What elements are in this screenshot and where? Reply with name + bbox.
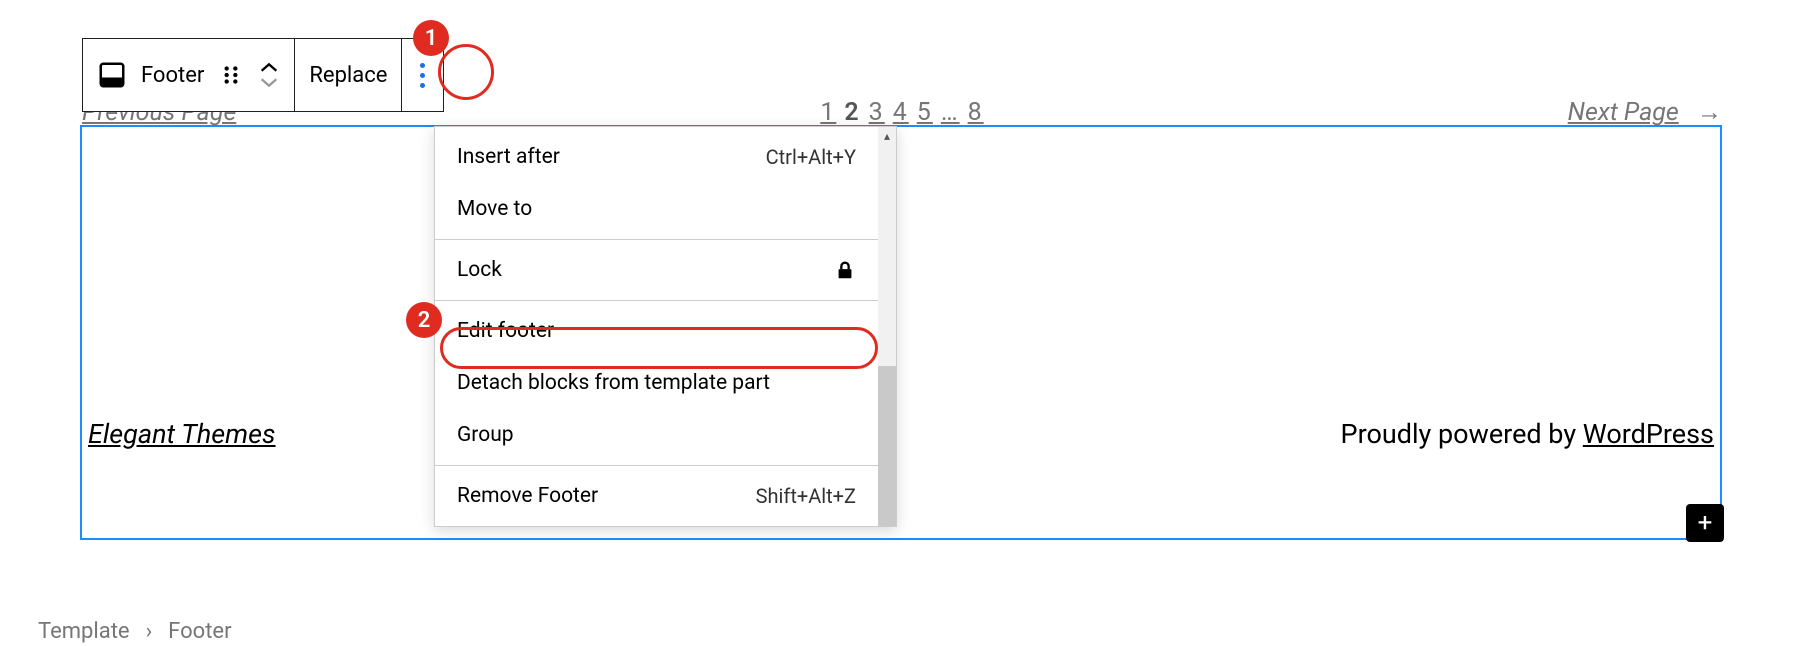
menu-item-group[interactable]: Group [435, 409, 878, 461]
scroll-up-icon: ▴ [884, 127, 890, 143]
menu-item-move-to[interactable]: Move to [435, 183, 878, 235]
site-title-link[interactable]: Elegant Themes [88, 418, 276, 450]
page-numbers: 1 2 3 4 5 … 8 [820, 98, 983, 127]
menu-group: Lock [435, 240, 878, 301]
page-ellipsis: … [941, 98, 960, 127]
page-num[interactable]: 1 [820, 98, 836, 127]
kebab-icon [416, 59, 429, 92]
drag-handle-icon[interactable] [218, 62, 244, 88]
menu-group: Insert after Ctrl+Alt+Y Move to [435, 127, 878, 240]
menu-item-label: Remove Footer [457, 484, 598, 508]
chevron-up-icon[interactable] [258, 61, 280, 75]
wordpress-link[interactable]: WordPress [1583, 418, 1714, 450]
menu-group: Edit footer Detach blocks from template … [435, 301, 878, 466]
chevron-down-icon[interactable] [258, 75, 280, 89]
add-block-button[interactable]: + [1686, 504, 1724, 542]
menu-group: Remove Footer Shift+Alt+Z [435, 466, 878, 526]
footer-content: Elegant Themes Proudly powered by WordPr… [88, 418, 1714, 450]
menu-item-insert-after[interactable]: Insert after Ctrl+Alt+Y [435, 131, 878, 183]
breadcrumb-root[interactable]: Template [38, 619, 130, 644]
callout-ring-2 [440, 327, 878, 369]
block-movers[interactable] [258, 61, 280, 89]
menu-item-shortcut: Ctrl+Alt+Y [766, 145, 856, 169]
menu-scrollbar[interactable]: ▴ [878, 127, 896, 526]
next-page-link[interactable]: Next Page → [1568, 98, 1722, 127]
callout-badge-1: 1 [413, 20, 449, 56]
block-identity-section: Footer [83, 39, 295, 111]
powered-by-text: Proudly powered by WordPress [1341, 418, 1714, 450]
menu-item-label: Lock [457, 258, 502, 282]
callout-ring-1 [438, 44, 494, 100]
breadcrumb-leaf[interactable]: Footer [168, 619, 231, 644]
page-num[interactable]: 4 [893, 98, 909, 127]
breadcrumb: Template › Footer [38, 619, 232, 644]
menu-item-label: Group [457, 423, 514, 447]
block-type-label: Footer [141, 63, 204, 88]
menu-item-label: Insert after [457, 145, 560, 169]
breadcrumb-separator-icon: › [146, 619, 153, 644]
menu-item-label: Move to [457, 197, 532, 221]
replace-button[interactable]: Replace [295, 39, 402, 111]
page-num[interactable]: 5 [917, 98, 933, 127]
menu-item-label: Detach blocks from template part [457, 371, 770, 395]
menu-item-remove-footer[interactable]: Remove Footer Shift+Alt+Z [435, 470, 878, 522]
footer-block-icon [97, 60, 127, 90]
plus-icon: + [1698, 508, 1713, 538]
page-num[interactable]: 3 [869, 98, 885, 127]
scroll-thumb[interactable] [878, 366, 896, 526]
callout-badge-2: 2 [406, 302, 442, 338]
block-toolbar: Footer Replace [82, 38, 444, 112]
lock-icon [834, 259, 856, 281]
menu-item-shortcut: Shift+Alt+Z [756, 484, 856, 508]
menu-item-lock[interactable]: Lock [435, 244, 878, 296]
page-num[interactable]: 8 [968, 98, 984, 127]
arrow-right-icon: → [1697, 98, 1722, 127]
page-num[interactable]: 2 [844, 98, 860, 127]
footer-template-part[interactable]: Elegant Themes Proudly powered by WordPr… [80, 125, 1722, 540]
